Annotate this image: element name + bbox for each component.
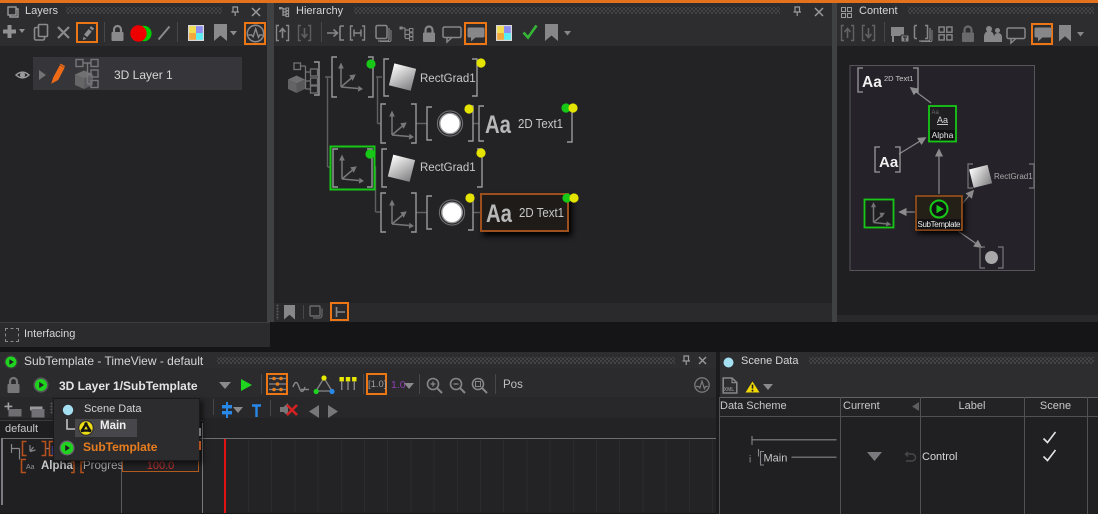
- svg-text:XML: XML: [724, 387, 735, 393]
- svg-text:2D Text1: 2D Text1: [518, 117, 563, 131]
- svg-text:2D Text1: 2D Text1: [884, 74, 913, 83]
- svg-text:Aa: Aa: [486, 200, 513, 228]
- svg-text:Main: Main: [764, 453, 788, 465]
- svg-text:RectGrad1: RectGrad1: [420, 162, 476, 174]
- svg-text:Aa: Aa: [879, 154, 899, 171]
- svg-text:Aa: Aa: [485, 111, 512, 139]
- svg-text:RectGrad1: RectGrad1: [420, 73, 476, 85]
- svg-text:Aa: Aa: [862, 74, 882, 91]
- svg-text:Aa: Aa: [937, 115, 948, 125]
- svg-text:RectGrad1: RectGrad1: [994, 172, 1033, 181]
- svg-text:Alpha: Alpha: [932, 130, 954, 140]
- svg-text:i: i: [749, 455, 751, 466]
- svg-text:2D Text1: 2D Text1: [519, 206, 564, 220]
- svg-text:SubTemplate: SubTemplate: [918, 220, 962, 229]
- svg-text:Aa: Aa: [26, 464, 35, 471]
